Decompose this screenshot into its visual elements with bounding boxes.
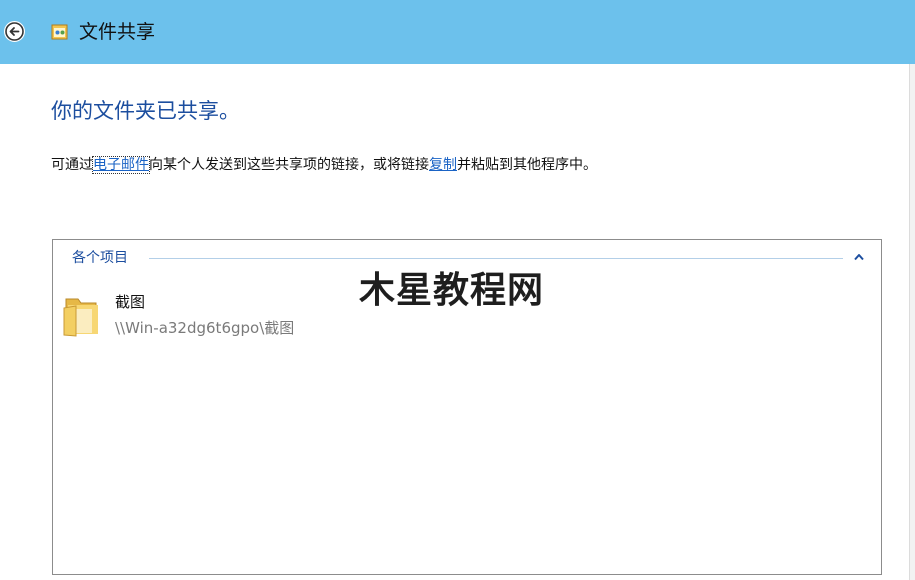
copy-link[interactable]: 复制 <box>429 157 457 173</box>
group-header-divider <box>149 258 843 259</box>
title-bar: 文件共享 <box>0 0 915 64</box>
list-item[interactable]: 截图 \\Win-a32dg6t6gpo\截图 <box>62 288 362 344</box>
description-text-3: 并粘贴到其他程序中。 <box>457 157 597 173</box>
folder-icon <box>63 298 98 337</box>
email-link[interactable]: 电子邮件 <box>92 156 150 174</box>
page-heading: 你的文件夹已共享。 <box>51 99 240 123</box>
item-path: \\Win-a32dg6t6gpo\截图 <box>115 319 295 337</box>
group-header-label: 各个项目 <box>72 250 128 266</box>
back-button[interactable] <box>4 21 25 42</box>
collapse-group-button[interactable] <box>851 248 867 266</box>
file-share-icon <box>51 24 68 40</box>
chevron-up-icon <box>854 254 864 261</box>
description-text-2: 向某个人发送到这些共享项的链接，或将链接 <box>149 157 429 173</box>
watermark-text: 木星教程网 <box>359 270 545 311</box>
share-description: 可通过电子邮件向某个人发送到这些共享项的链接，或将链接复制并粘贴到其他程序中。 <box>51 155 597 175</box>
item-name: 截图 <box>115 293 146 311</box>
window-title: 文件共享 <box>79 21 156 43</box>
window-right-edge <box>909 64 915 580</box>
description-text-1: 可通过 <box>51 157 93 173</box>
back-arrow-icon <box>5 22 24 41</box>
